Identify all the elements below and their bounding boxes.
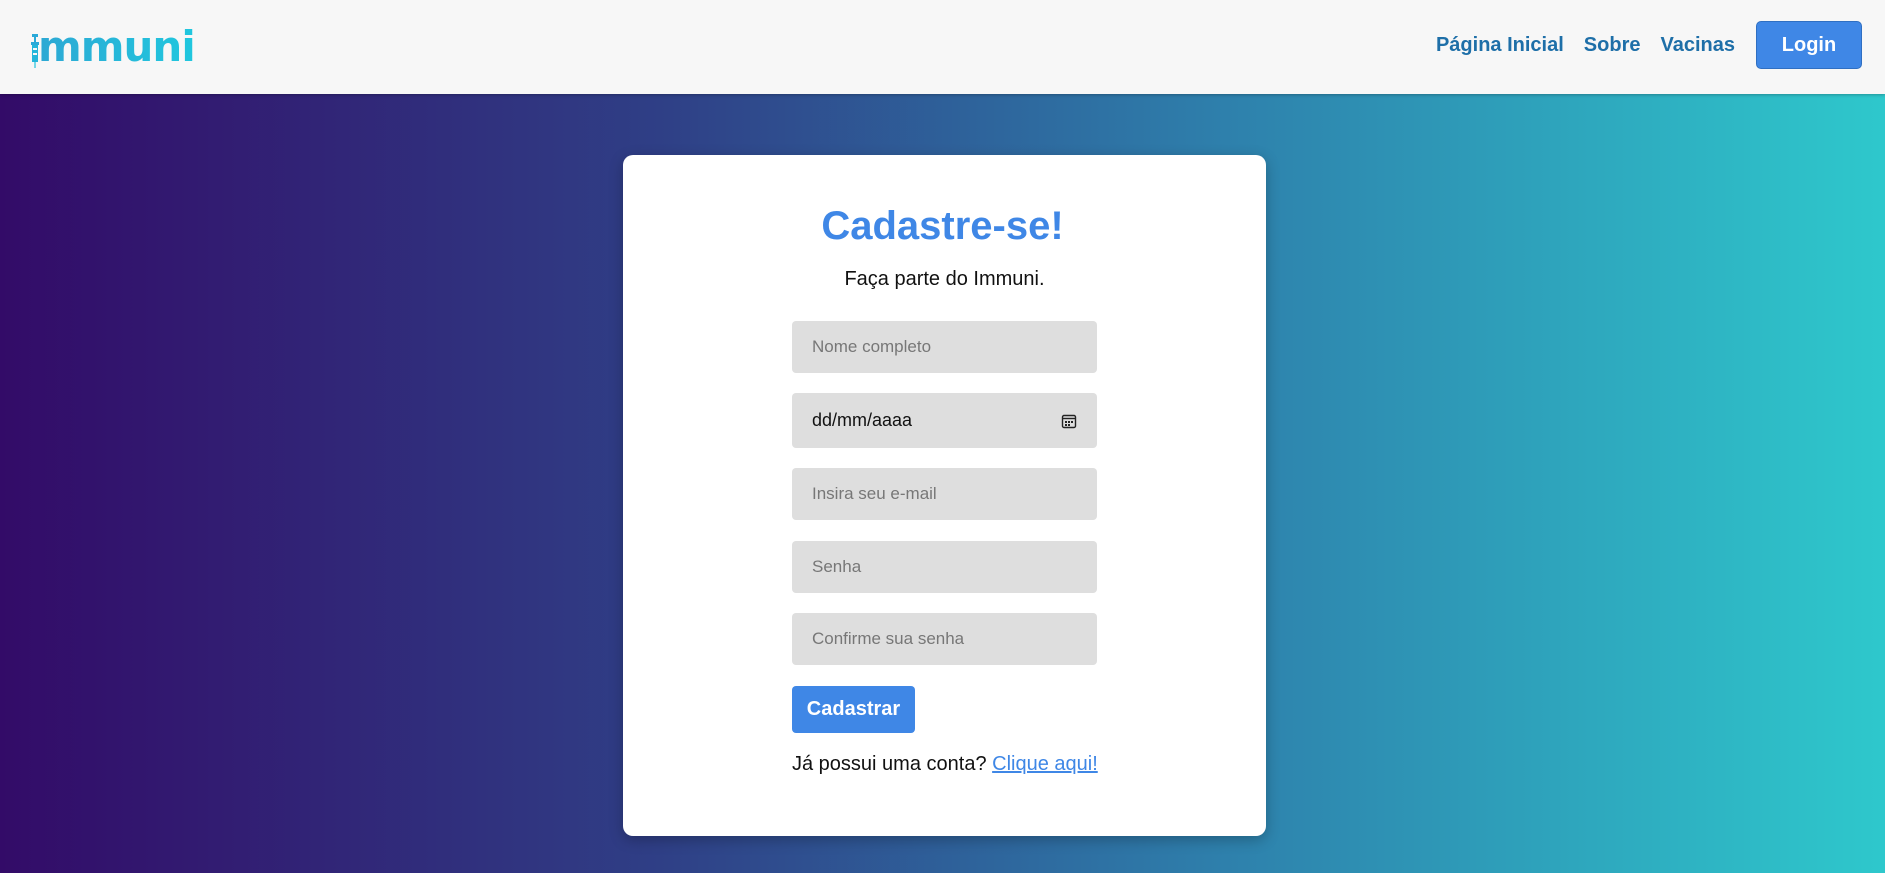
brand-name: mmuni bbox=[38, 22, 196, 71]
navbar: mmuni Página Inicial Sobre Vacinas Login bbox=[0, 0, 1885, 94]
signup-subtitle: Faça parte do Immuni. bbox=[844, 268, 1045, 290]
nav-menu: Página Inicial Sobre Vacinas Login bbox=[1436, 21, 1862, 69]
calendar-icon[interactable] bbox=[1061, 413, 1077, 429]
have-account-text: Já possui uma conta? bbox=[792, 753, 987, 775]
login-prompt: Já possui uma conta? Clique aqui! bbox=[792, 753, 1098, 776]
email-input[interactable] bbox=[792, 468, 1097, 520]
birthdate-placeholder: dd/mm/aaaa bbox=[812, 410, 913, 430]
nav-link-vaccines[interactable]: Vacinas bbox=[1660, 34, 1735, 57]
birthdate-input[interactable]: dd/mm/aaaa bbox=[792, 393, 1097, 448]
login-link[interactable]: Clique aqui! bbox=[992, 753, 1098, 775]
login-button[interactable]: Login bbox=[1756, 21, 1862, 69]
full-name-input[interactable] bbox=[792, 321, 1097, 373]
signup-title: Cadastre-se! bbox=[821, 204, 1064, 248]
nav-link-about[interactable]: Sobre bbox=[1584, 34, 1641, 57]
password-input[interactable] bbox=[792, 541, 1097, 593]
brand-logo[interactable]: mmuni bbox=[30, 20, 196, 71]
nav-link-home[interactable]: Página Inicial bbox=[1436, 34, 1564, 57]
confirm-password-input[interactable] bbox=[792, 613, 1097, 665]
register-button[interactable]: Cadastrar bbox=[792, 686, 915, 733]
